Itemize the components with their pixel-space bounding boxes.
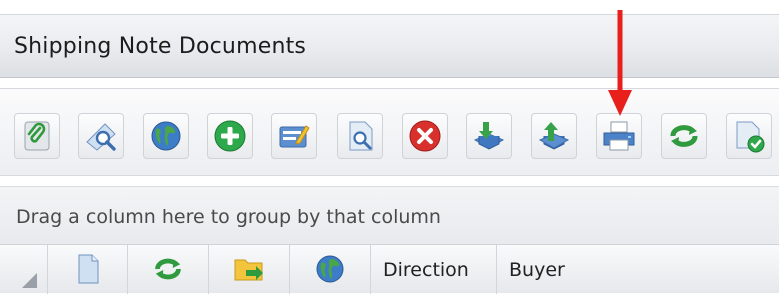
document-icon [78, 254, 98, 284]
globe-icon [151, 121, 181, 151]
group-by-panel[interactable]: Drag a column here to group by that colu… [0, 186, 779, 244]
print-icon [603, 121, 635, 151]
search-document-button[interactable] [337, 113, 383, 159]
folder-icon [234, 259, 263, 281]
search-document-icon [349, 121, 373, 151]
toolbar [0, 88, 779, 176]
import-button[interactable] [466, 113, 512, 159]
column-header-globe[interactable] [290, 245, 371, 294]
refresh-button[interactable] [661, 113, 707, 159]
edit-icon [279, 125, 310, 148]
grid-header-row: Direction Buyer [0, 244, 779, 294]
attach-icon [24, 121, 50, 151]
refresh-icon [670, 125, 698, 147]
export-button[interactable] [531, 113, 577, 159]
annotation-arrow-head [608, 90, 632, 116]
column-header-document[interactable] [48, 245, 128, 294]
delete-button[interactable] [402, 113, 448, 159]
column-label-direction: Direction [383, 259, 469, 281]
corner-triangle-icon [22, 273, 37, 288]
column-header-buyer[interactable]: Buyer [497, 245, 779, 294]
add-button[interactable] [207, 113, 253, 159]
column-header-direction[interactable]: Direction [371, 245, 497, 294]
refresh-icon [155, 258, 181, 280]
document-approve-icon [736, 121, 765, 153]
group-by-hint: Drag a column here to group by that colu… [16, 206, 441, 228]
column-header-folder[interactable] [209, 245, 290, 294]
document-approve-button[interactable] [726, 113, 772, 159]
import-icon [473, 122, 505, 150]
preview-icon [86, 123, 116, 151]
column-label-buyer: Buyer [509, 259, 565, 281]
title-bar: Shipping Note Documents [0, 14, 779, 78]
delete-icon [409, 120, 441, 152]
globe-icon [316, 255, 344, 283]
export-icon [538, 122, 570, 150]
preview-button[interactable] [78, 113, 124, 159]
row-selector-header[interactable] [0, 245, 48, 294]
attach-button[interactable] [14, 113, 60, 159]
add-icon [214, 120, 246, 152]
globe-button[interactable] [143, 113, 189, 159]
page-title: Shipping Note Documents [14, 34, 307, 59]
edit-button[interactable] [271, 113, 317, 159]
print-button[interactable] [596, 113, 642, 159]
column-header-status[interactable] [128, 245, 209, 294]
annotation-arrow [608, 10, 632, 116]
annotation-arrow-shaft [617, 10, 623, 96]
